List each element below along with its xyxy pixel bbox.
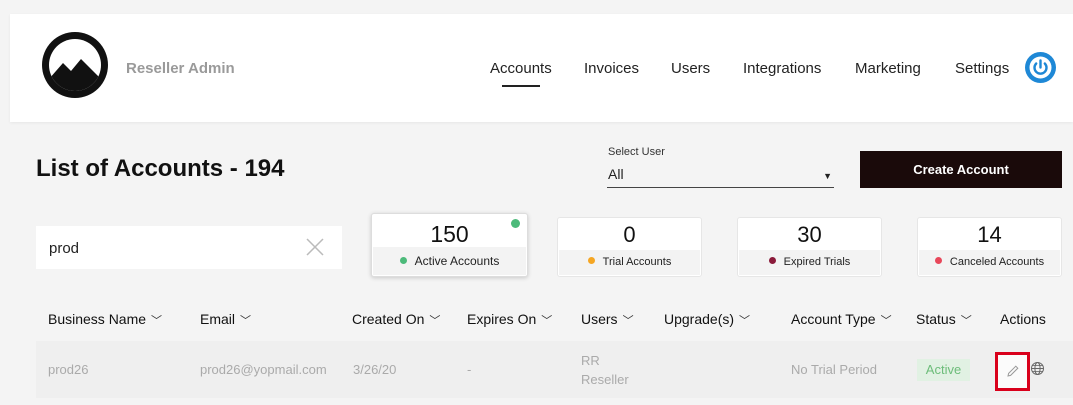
nav-invoices[interactable]: Invoices <box>584 60 639 77</box>
stat-expired-trials[interactable]: 30 Expired Trials <box>737 217 882 277</box>
stat-canceled-accounts[interactable]: 14 Canceled Accounts <box>917 217 1062 277</box>
column-header-business-name[interactable]: Business Name ﹀ <box>48 311 162 328</box>
nav-integrations[interactable]: Integrations <box>743 60 821 77</box>
pencil-icon <box>1007 365 1019 377</box>
column-label: Business Name <box>48 311 147 327</box>
stat-label: Active Accounts <box>414 254 500 268</box>
column-header-expires-on[interactable]: Expires On ﹀ <box>467 311 552 328</box>
chevron-down-icon: ﹀ <box>622 315 634 327</box>
cell-users-line2: Reseller <box>581 372 629 387</box>
page-title: List of Accounts - 194 <box>36 155 285 182</box>
nav-accounts[interactable]: Accounts <box>490 60 552 87</box>
column-label: Email <box>200 311 236 327</box>
globe-icon[interactable] <box>1030 361 1045 376</box>
nav-marketing[interactable]: Marketing <box>855 60 921 77</box>
select-user-dropdown[interactable]: All ▼ <box>607 162 834 188</box>
chevron-down-icon: ﹀ <box>739 315 751 327</box>
select-user-value: All <box>608 166 624 182</box>
column-header-created-on[interactable]: Created On ﹀ <box>352 311 440 328</box>
column-header-status[interactable]: Status ﹀ <box>916 311 972 328</box>
chevron-down-icon: ﹀ <box>151 315 163 327</box>
caret-down-icon: ▼ <box>823 171 832 181</box>
mountain-logo-icon[interactable] <box>42 32 108 98</box>
column-header-users[interactable]: Users ﹀ <box>581 311 634 328</box>
chevron-down-icon: ﹀ <box>880 315 892 327</box>
close-icon[interactable] <box>304 236 326 258</box>
dot-icon <box>934 257 942 264</box>
stat-label: Trial Accounts <box>602 256 672 268</box>
dot-icon <box>399 257 407 264</box>
search-input[interactable]: prod <box>36 226 342 269</box>
stat-value: 30 <box>797 222 822 247</box>
cell-expires-on: - <box>467 362 472 377</box>
column-label: Account Type <box>791 311 876 327</box>
select-user-label: Select User <box>608 146 665 158</box>
cell-account-type: No Trial Period <box>791 362 877 377</box>
stat-value: 150 <box>430 221 469 247</box>
top-header: Reseller Admin Accounts Invoices Users I… <box>10 14 1073 122</box>
cell-business-name: prod26 <box>48 362 89 377</box>
column-header-actions: Actions <box>1000 311 1046 327</box>
nav-settings[interactable]: Settings <box>955 60 1009 77</box>
cell-email: prod26@yopmail.com <box>200 362 327 377</box>
cell-created-on: 3/26/20 <box>353 362 397 377</box>
column-header-email[interactable]: Email ﹀ <box>200 311 251 328</box>
column-label: Created On <box>352 311 425 327</box>
column-label: Upgrade(s) <box>664 311 735 327</box>
chevron-down-icon: ﹀ <box>240 315 252 327</box>
create-account-button[interactable]: Create Account <box>860 151 1062 188</box>
stat-trial-accounts[interactable]: 0 Trial Accounts <box>557 217 702 277</box>
column-label: Status <box>916 311 956 327</box>
cell-users-line1: RR <box>581 353 600 368</box>
search-value: prod <box>49 240 80 257</box>
dot-icon <box>587 257 595 264</box>
stat-value: 14 <box>977 222 1002 247</box>
dot-icon <box>768 257 776 264</box>
column-header-account-type[interactable]: Account Type ﹀ <box>791 311 892 328</box>
app-name: Reseller Admin <box>126 60 235 77</box>
chevron-down-icon: ﹀ <box>429 315 441 327</box>
chevron-down-icon: ﹀ <box>541 315 553 327</box>
nav-users[interactable]: Users <box>671 60 710 77</box>
stat-active-accounts[interactable]: 150 Active Accounts <box>371 213 528 277</box>
power-icon[interactable] <box>1025 52 1056 83</box>
stat-label: Expired Trials <box>783 256 851 268</box>
chevron-down-icon: ﹀ <box>960 315 972 327</box>
column-header-upgrades[interactable]: Upgrade(s) ﹀ <box>664 311 750 328</box>
status-badge: Active <box>917 359 970 381</box>
column-label: Expires On <box>467 311 537 327</box>
stat-value: 0 <box>623 222 636 247</box>
column-label: Users <box>581 311 618 327</box>
stat-label: Canceled Accounts <box>949 256 1045 268</box>
edit-button[interactable] <box>995 352 1030 391</box>
